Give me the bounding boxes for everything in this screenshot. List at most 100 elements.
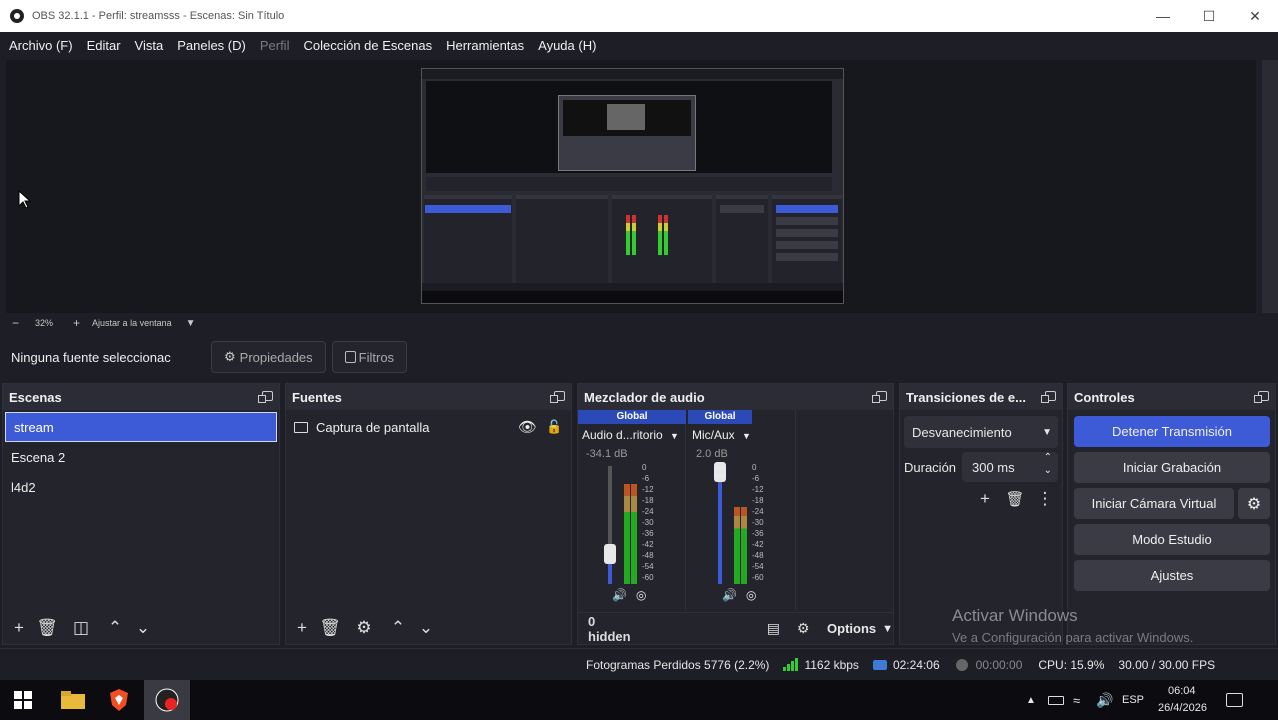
- transition-value: Desvanecimiento: [912, 424, 1012, 440]
- meter-scale-label: -24: [642, 507, 654, 516]
- options-button[interactable]: Options ▼: [827, 621, 893, 636]
- options-label: Options: [827, 621, 877, 636]
- mute-speaker-icon[interactable]: 🔊: [722, 588, 737, 602]
- fader-handle[interactable]: [714, 462, 726, 482]
- virtualcam-settings-button[interactable]: ⚙: [1238, 488, 1270, 519]
- mute-speaker-icon[interactable]: 🔊: [612, 588, 627, 602]
- channel-volume-db: -34.1 dB: [586, 448, 628, 460]
- scene-item[interactable]: Escena 2: [3, 442, 279, 472]
- undock-icon[interactable]: [1254, 391, 1269, 403]
- add-icon[interactable]: +: [971, 485, 999, 513]
- channel-name-dropdown[interactable]: Audio d...ritorio ▼: [582, 428, 679, 442]
- lock-icon[interactable]: 🔓: [546, 419, 562, 435]
- undock-icon[interactable]: [550, 391, 565, 403]
- chevron-down-icon: ▼: [882, 622, 894, 635]
- maximize-button[interactable]: ☐: [1186, 0, 1232, 32]
- menu-editar[interactable]: Editar: [80, 38, 128, 53]
- menu-ayuda[interactable]: Ayuda (H): [531, 38, 603, 53]
- source-label: Captura de pantalla: [316, 419, 430, 435]
- minimize-button[interactable]: —: [1140, 0, 1186, 32]
- volume-fader[interactable]: [714, 462, 726, 584]
- studio-mode-button[interactable]: Modo Estudio: [1074, 524, 1270, 555]
- arrow-up-icon[interactable]: ⌃: [101, 614, 129, 642]
- windows-start-icon[interactable]: [0, 680, 46, 720]
- meter-scale-label: -18: [752, 496, 764, 505]
- bitrate: 1162 kbps: [804, 657, 859, 672]
- channel-name-dropdown[interactable]: Mic/Aux ▼: [692, 428, 751, 442]
- source-item[interactable]: Captura de pantalla 👁 🔓: [286, 412, 571, 442]
- tray-chevron-icon[interactable]: ▲: [1026, 695, 1036, 706]
- clock-date[interactable]: 26/4/2026: [1158, 702, 1207, 714]
- thumb-taskbar: [422, 291, 843, 303]
- trash-icon[interactable]: 🗑: [1001, 485, 1029, 513]
- brave-browser-icon[interactable]: [96, 680, 142, 720]
- volume-icon[interactable]: 🔊: [1096, 692, 1113, 709]
- advanced-audio-icon[interactable]: ⚙: [791, 615, 815, 643]
- duration-spinbox[interactable]: 300 ms ⌃ ⌄: [962, 452, 1058, 482]
- zoom-in-button[interactable]: +: [73, 316, 80, 330]
- fit-window-label[interactable]: Ajustar a la ventana: [92, 318, 172, 328]
- menu-perfil[interactable]: Perfil: [253, 38, 297, 53]
- undock-icon[interactable]: [258, 391, 273, 403]
- obs-taskbar-icon[interactable]: [144, 680, 190, 720]
- streaming-icon: [872, 659, 887, 670]
- scene-item[interactable]: stream: [5, 412, 277, 442]
- start-recording-button[interactable]: Iniciar Grabación: [1074, 452, 1270, 483]
- sources-dock: Fuentes Captura de pantalla 👁 🔓 + 🗑 ⚙ ⌃ …: [285, 383, 572, 645]
- spin-up-icon[interactable]: ⌃: [1044, 452, 1052, 463]
- duration-value: 300 ms: [972, 459, 1015, 475]
- zoom-out-button[interactable]: −: [12, 316, 19, 330]
- undock-icon[interactable]: [872, 391, 887, 403]
- filter-icon[interactable]: ◫: [67, 614, 95, 642]
- arrow-down-icon[interactable]: ⌄: [129, 614, 157, 642]
- file-explorer-icon[interactable]: [50, 680, 96, 720]
- undock-icon[interactable]: [1041, 391, 1056, 403]
- monitor-headphones-icon[interactable]: ◎: [746, 588, 756, 602]
- no-source-label: Ninguna fuente seleccionac: [11, 349, 171, 365]
- fader-handle[interactable]: [604, 544, 616, 564]
- arrow-up-icon[interactable]: ⌃: [384, 614, 412, 642]
- monitor-headphones-icon[interactable]: ◎: [636, 588, 646, 602]
- spin-down-icon[interactable]: ⌄: [1044, 465, 1052, 476]
- transition-select[interactable]: Desvanecimiento ▼: [904, 416, 1058, 448]
- meter-scale-label: -30: [752, 518, 764, 527]
- eye-icon[interactable]: 👁: [518, 418, 537, 436]
- properties-button[interactable]: ⚙ Propiedades: [211, 341, 326, 373]
- menu-herramientas[interactable]: Herramientas: [439, 38, 531, 53]
- volume-fader[interactable]: [604, 466, 616, 584]
- trash-icon[interactable]: 🗑: [316, 614, 344, 642]
- meter-scale-label: 0: [752, 463, 757, 472]
- menu-paneles[interactable]: Paneles (D): [170, 38, 253, 53]
- close-button[interactable]: ✕: [1232, 0, 1278, 32]
- add-icon[interactable]: +: [288, 614, 316, 642]
- gear-icon[interactable]: ⚙: [350, 614, 378, 642]
- scene-item[interactable]: l4d2: [3, 472, 279, 502]
- zoom-dropdown-icon[interactable]: ▼: [186, 318, 196, 329]
- menu-vista[interactable]: Vista: [128, 38, 171, 53]
- preview-scrollbar[interactable]: [1262, 60, 1278, 313]
- mouse-cursor-icon: [18, 190, 32, 209]
- list-icon[interactable]: ▤: [761, 615, 785, 643]
- add-icon[interactable]: +: [5, 614, 33, 642]
- stop-streaming-button[interactable]: Detener Transmisión: [1074, 416, 1270, 447]
- transitions-header: Transiciones de e...: [900, 384, 1062, 410]
- dropped-frames: Fotogramas Perdidos 5776 (2.2%): [586, 657, 770, 672]
- scenes-dock: Escenas stream Escena 2 l4d2 + 🗑 ◫ ⌃ ⌄: [2, 383, 280, 645]
- start-virtualcam-button[interactable]: Iniciar Cámara Virtual: [1074, 488, 1234, 519]
- menu-archivo[interactable]: Archivo (F): [2, 38, 80, 53]
- trash-icon[interactable]: 🗑: [33, 614, 61, 642]
- language-indicator[interactable]: ESP: [1122, 694, 1144, 706]
- chevron-down-icon: ▼: [670, 431, 679, 441]
- settings-button[interactable]: Ajustes: [1074, 560, 1270, 591]
- captured-screen-thumbnail: [421, 68, 844, 304]
- battery-icon[interactable]: [1048, 695, 1064, 705]
- more-icon[interactable]: ⋮: [1031, 485, 1059, 513]
- menu-coleccion[interactable]: Colección de Escenas: [296, 38, 439, 53]
- meter-scale-label: -6: [752, 474, 760, 483]
- zoom-value: 32%: [35, 318, 54, 328]
- filters-button[interactable]: Filtros: [331, 341, 408, 373]
- clock-time[interactable]: 06:04: [1168, 685, 1196, 697]
- wifi-icon[interactable]: ≈: [1073, 693, 1080, 708]
- arrow-down-icon[interactable]: ⌄: [412, 614, 440, 642]
- notification-icon[interactable]: [1226, 693, 1243, 707]
